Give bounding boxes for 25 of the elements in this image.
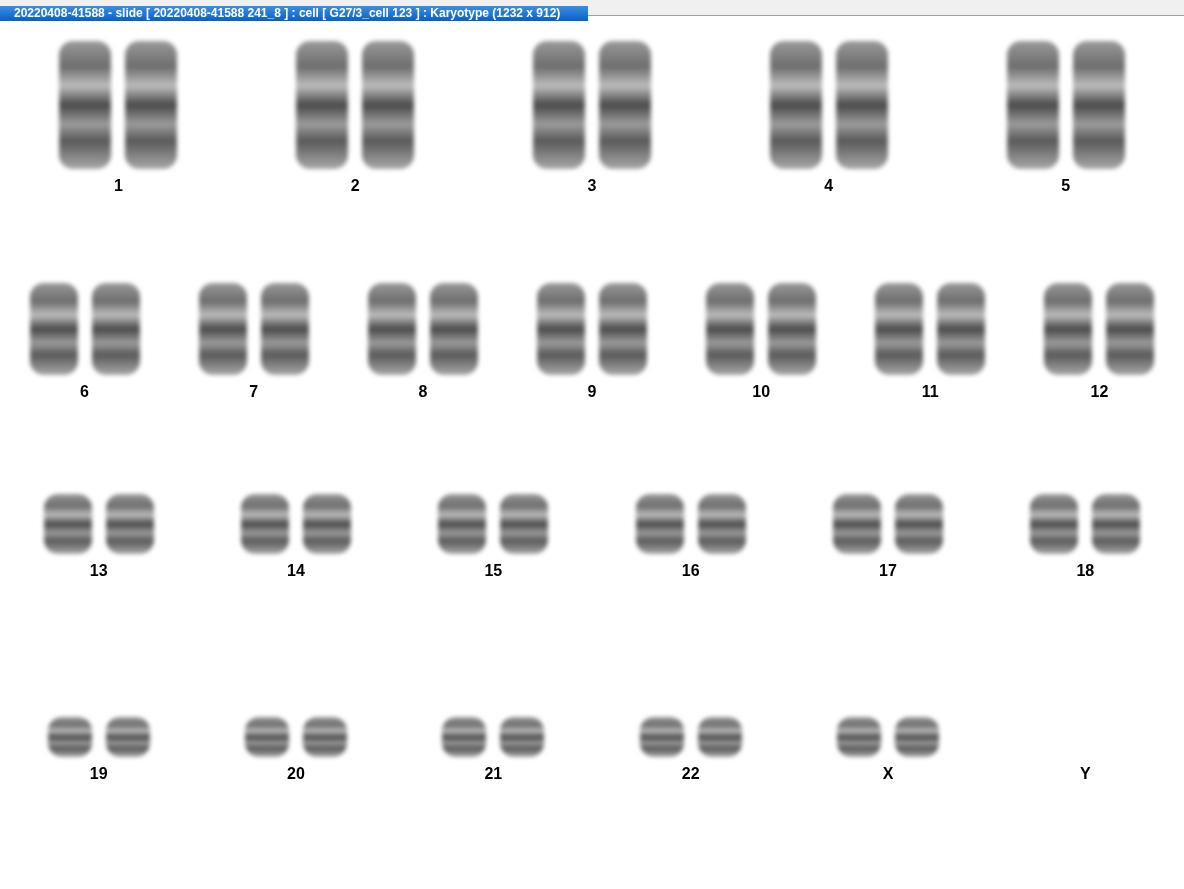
chromosome-label: 15 bbox=[484, 562, 503, 580]
chromosome-label: X bbox=[882, 765, 894, 783]
chromosome-label: 21 bbox=[484, 765, 503, 783]
chromosome-label: 1 bbox=[113, 177, 123, 195]
chromosome-label: 18 bbox=[1076, 562, 1095, 580]
chromosome-label: 8 bbox=[418, 383, 428, 401]
chromosome-label: 5 bbox=[1061, 177, 1071, 195]
chromosome-label: 4 bbox=[824, 177, 834, 195]
chromosome-label: 14 bbox=[287, 562, 305, 580]
chromosome-label: 13 bbox=[89, 562, 108, 580]
chromosome-label: Y bbox=[1080, 765, 1091, 783]
window-title: 20220408-41588 - slide [ 20220408-41588 241_8 ] : cell [ G27/3_cell 123 ] : Karyotype (1232 x 912) bbox=[0, 6, 588, 21]
chromosome-label: 10 bbox=[752, 383, 771, 401]
chromosome-label: 7 bbox=[249, 383, 259, 401]
chromosome-label: 22 bbox=[681, 765, 700, 783]
chromosome-label: 2 bbox=[350, 177, 360, 195]
chromosome-label: 3 bbox=[587, 177, 597, 195]
chromosome-label: 11 bbox=[921, 383, 939, 401]
chromosome-label: 19 bbox=[89, 765, 108, 783]
chromosome-label: 16 bbox=[681, 562, 700, 580]
chromosome-label: 20 bbox=[287, 765, 305, 783]
chromosome-label: 6 bbox=[80, 383, 89, 401]
chromosome-label: 12 bbox=[1090, 383, 1109, 401]
chromosome-label: 9 bbox=[587, 383, 597, 401]
chromosome-label: 17 bbox=[879, 562, 897, 580]
